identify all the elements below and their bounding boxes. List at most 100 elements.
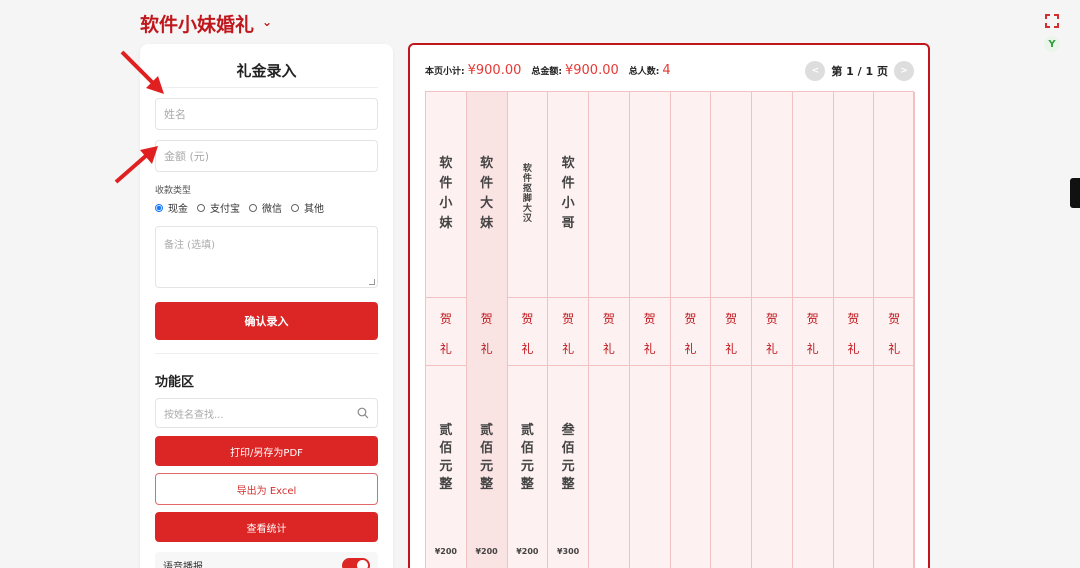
guest-name-char: 件 (439, 176, 453, 191)
amount-chinese-char: 整 (480, 477, 494, 492)
ledger-column: 贺礼 (589, 92, 630, 568)
amount-chinese-char: 佰 (520, 441, 534, 456)
greeting: 贺礼 (874, 304, 914, 364)
amount-value: ¥300 (556, 547, 580, 556)
greeting-char: 贺 (725, 312, 738, 326)
radio-other[interactable]: 其他 (291, 200, 324, 215)
guest-name-char: 脚 (522, 194, 532, 204)
radio-icon (197, 203, 205, 212)
ledger-panel: 本页小计: ¥900.00 总金额: ¥900.00 总人数: 4 < 第 1 … (408, 43, 930, 568)
ledger-column[interactable]: 软件小哥贺礼叁佰元整 ¥300 (548, 92, 589, 568)
amount-chinese-char: 佰 (561, 441, 575, 456)
guest-name-char: 小 (561, 196, 575, 211)
ledger-column: 贺礼 (793, 92, 834, 568)
radio-icon (249, 203, 257, 212)
guest-name-char: 妹 (439, 216, 453, 231)
voice-broadcast-toggle[interactable] (342, 557, 370, 568)
voice-broadcast-label: 语音播报 (163, 561, 203, 568)
top-right-tools: Y (1044, 14, 1060, 52)
guest-name: 软件大妹 (467, 154, 507, 234)
extension-icon[interactable]: Y (1044, 36, 1060, 52)
guest-name-char: 软 (480, 156, 494, 171)
guest-name-char: 大 (522, 204, 532, 214)
note-textarea[interactable]: 备注 (选填) (155, 226, 378, 288)
ledger-column: 贺礼 (752, 92, 793, 568)
greeting-char: 礼 (765, 342, 778, 356)
guest-name-char: 汉 (522, 214, 532, 224)
ledger-column[interactable]: 软件抠脚大汉贺礼贰佰元整 ¥200 (508, 92, 549, 568)
event-title[interactable]: 软件小妹婚礼 ⌄ (140, 10, 272, 37)
guest-name-char: 软 (561, 156, 575, 171)
view-stats-button[interactable]: 查看统计 (155, 512, 378, 542)
ledger-column: 贺礼 (630, 92, 671, 568)
summary-bar: 本页小计: ¥900.00 总金额: ¥900.00 总人数: 4 (425, 63, 681, 78)
greeting-char: 贺 (439, 312, 452, 326)
amount-value: ¥200 (434, 547, 457, 556)
greeting: 贺礼 (548, 304, 588, 364)
radio-alipay[interactable]: 支付宝 (197, 200, 240, 215)
greeting-char: 礼 (847, 342, 860, 356)
print-pdf-button[interactable]: 打印/另存为PDF (155, 436, 378, 466)
divider (155, 353, 378, 354)
greeting-char: 礼 (725, 342, 738, 356)
amount-chinese-char: 贰 (480, 423, 494, 438)
greeting-char: 礼 (602, 342, 615, 356)
amount-input[interactable]: 金额 (元) (155, 140, 378, 172)
amount-chinese: 叁佰元整 (548, 422, 588, 494)
guest-name: 软件小哥 (548, 154, 588, 234)
radio-cash[interactable]: 现金 (155, 200, 188, 215)
search-input[interactable]: 按姓名查找... (155, 398, 378, 428)
amount-chinese-char: 佰 (439, 441, 453, 456)
greeting-char: 礼 (888, 342, 901, 356)
entry-panel-title: 礼金录入 (236, 62, 297, 80)
chevron-left-icon[interactable]: < (805, 61, 826, 81)
chevron-down-icon: ⌄ (262, 14, 273, 29)
guest-name-char: 件 (561, 176, 575, 191)
fullscreen-icon[interactable] (1045, 14, 1059, 28)
radio-icon (291, 203, 299, 212)
confirm-entry-button[interactable]: 确认录入 (155, 302, 378, 340)
amount-chinese-char: 整 (439, 477, 453, 492)
greeting-char: 贺 (602, 312, 615, 326)
greeting-char: 贺 (684, 312, 697, 326)
greeting-char: 贺 (847, 312, 860, 326)
gift-ledger: 软件小妹贺礼贰佰元整 ¥200 软件大妹贺礼贰佰元整 ¥200 软件抠脚大汉贺礼贰佰元整… (425, 91, 915, 568)
greeting-char: 礼 (439, 342, 452, 356)
search-icon[interactable] (357, 407, 369, 419)
greeting: 贺礼 (671, 304, 711, 364)
greeting-char: 贺 (806, 312, 819, 326)
payment-type-group: 现金 支付宝 微信 其他 (155, 200, 378, 215)
guest-name-char: 小 (439, 196, 453, 211)
voice-broadcast-row: 语音播报 (155, 552, 378, 568)
greeting: 贺礼 (630, 304, 670, 364)
amount-chinese-char: 元 (439, 459, 453, 474)
radio-wechat[interactable]: 微信 (249, 200, 282, 215)
guest-name-char: 件 (522, 174, 532, 184)
page-subtotal-label: 本页小计: (425, 67, 465, 77)
amount-chinese-char: 整 (520, 477, 534, 492)
greeting-char: 贺 (562, 312, 575, 326)
page-indicator: 第 1 / 1 页 (831, 65, 888, 78)
ledger-column[interactable]: 软件小妹贺礼贰佰元整 ¥200 (426, 92, 467, 568)
greeting-char: 贺 (888, 312, 901, 326)
amount-chinese-char: 叁 (561, 423, 575, 438)
greeting-char: 礼 (643, 342, 656, 356)
entry-panel: 礼金录入 姓名 金额 (元) 收款类型 现金 支付宝 微信 其他 备注 (选填)… (140, 44, 393, 568)
guest-name-char: 抠 (522, 184, 532, 194)
chevron-right-icon[interactable]: > (894, 61, 914, 81)
greeting: 贺礼 (589, 304, 629, 364)
resize-grip-icon[interactable] (369, 279, 375, 285)
page-subtotal-value: ¥900.00 (467, 63, 522, 78)
greeting-char: 贺 (521, 312, 534, 326)
greeting: 贺礼 (467, 304, 507, 364)
ledger-column[interactable]: 软件大妹贺礼贰佰元整 ¥200 (466, 92, 508, 568)
side-drawer-handle[interactable] (1070, 178, 1080, 208)
total-amount-label: 总金额: (531, 67, 562, 77)
total-count-label: 总人数: (628, 67, 660, 77)
guest-name-char: 件 (480, 176, 494, 191)
name-input[interactable]: 姓名 (155, 98, 378, 130)
export-excel-button[interactable]: 导出为 Excel (155, 473, 378, 505)
guest-name-char: 妹 (480, 216, 494, 231)
guest-name-char: 软 (522, 164, 532, 174)
event-title-text: 软件小妹婚礼 (140, 14, 255, 36)
